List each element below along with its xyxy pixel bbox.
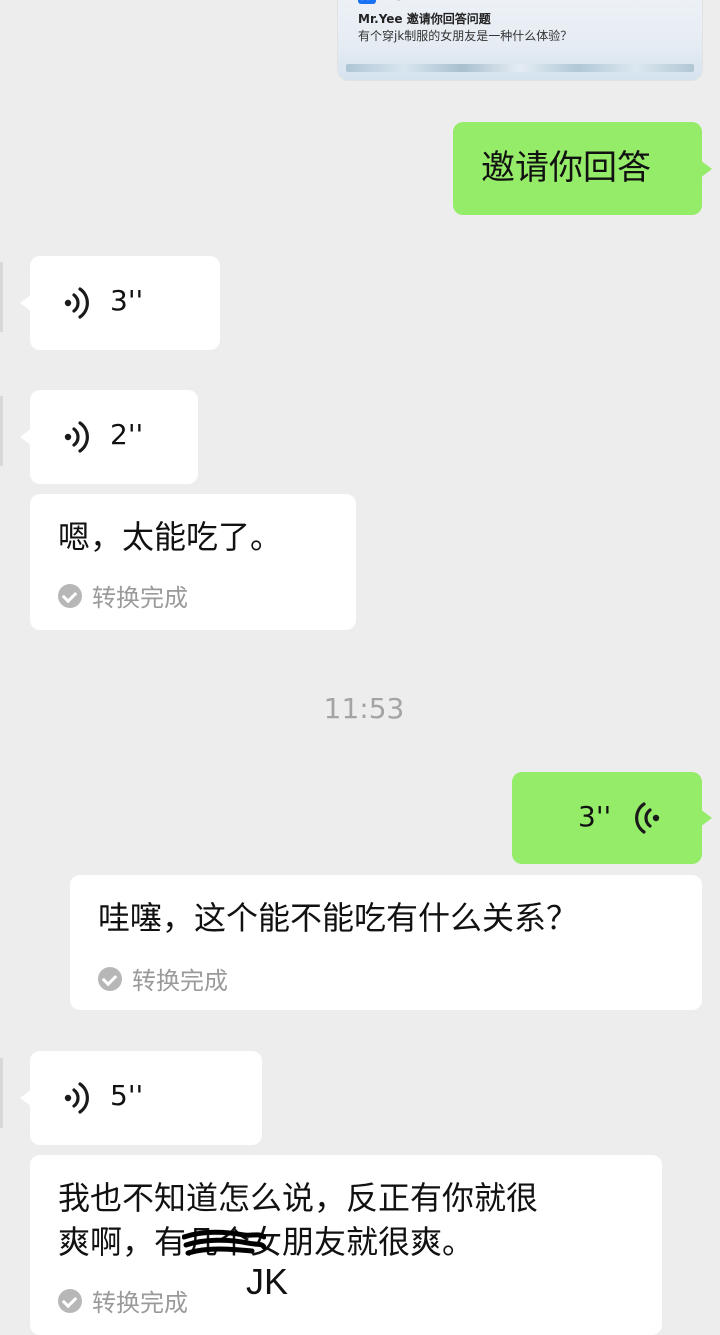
- transcript-text-line2: 爽啊，有几个 女朋友就很爽。: [58, 1219, 474, 1265]
- card-image-strip: [346, 64, 694, 72]
- voice-transcript-bubble[interactable]: 我也不知道怎么说，反正有你就很 爽啊，有几个 女朋友就很爽。 JK 转换完成: [30, 1155, 662, 1335]
- voice-duration: 3'': [110, 284, 144, 317]
- conversion-status-label: 转换完成: [132, 967, 228, 995]
- card-title: Mr.Yee 邀请你回答问题: [358, 12, 491, 26]
- conversion-status: 转换完成: [58, 1283, 188, 1318]
- conversion-status-label: 转换完成: [92, 1289, 188, 1317]
- avatar-edge: [0, 262, 3, 332]
- check-circle-icon: [98, 966, 122, 991]
- voice-duration: 5'': [110, 1079, 144, 1112]
- sent-voice-message[interactable]: 3'': [512, 772, 712, 864]
- voice-transcript-bubble[interactable]: 哇噻，这个能不能吃有什么关系？ 转换完成: [70, 875, 702, 1010]
- struck-word: 几个: [182, 1219, 267, 1265]
- card-source-name: 知乎: [382, 0, 406, 3]
- card-time: 2分: [676, 0, 696, 3]
- shared-link-card[interactable]: 知 知乎 2分 Mr.Yee 邀请你回答问题 有个穿jk制服的女朋友是一种什么体…: [338, 0, 702, 80]
- transcript-text: 嗯，太能吃了。: [58, 518, 283, 556]
- scribble-strikethrough: [182, 1229, 267, 1256]
- conversion-status: 转换完成: [98, 961, 228, 996]
- received-voice-message[interactable]: 5'': [20, 1051, 262, 1145]
- handwritten-annotation: JK: [246, 1261, 289, 1302]
- voice-duration: 3'': [578, 800, 612, 833]
- transcript-text: 哇噻，这个能不能吃有什么关系？: [98, 899, 579, 937]
- transcript-text-post: 女朋友就很爽。: [250, 1223, 475, 1261]
- sent-text-bubble[interactable]: 邀请你回答: [453, 122, 712, 215]
- avatar-edge: [0, 1058, 3, 1128]
- voice-wave-icon: [64, 421, 89, 453]
- received-voice-message[interactable]: 3'': [20, 256, 220, 350]
- received-voice-message[interactable]: 2'': [20, 390, 198, 484]
- voice-wave-icon: [64, 287, 89, 319]
- voice-wave-icon: [64, 1082, 89, 1114]
- conversion-status-label: 转换完成: [92, 584, 188, 612]
- avatar-edge: [0, 396, 3, 466]
- voice-duration: 2'': [110, 418, 144, 451]
- chat-timestamp: 11:53: [323, 692, 405, 725]
- voice-wave-icon-mirrored: [635, 802, 660, 834]
- transcript-text-line1: 我也不知道怎么说，反正有你就很: [58, 1179, 539, 1217]
- check-circle-icon: [58, 1288, 82, 1313]
- zhihu-logo-icon: 知: [358, 0, 376, 4]
- check-circle-icon: [58, 583, 82, 608]
- voice-transcript-bubble[interactable]: 嗯，太能吃了。 转换完成: [30, 494, 356, 630]
- conversion-status: 转换完成: [58, 578, 188, 613]
- invite-text: 邀请你回答: [481, 148, 651, 188]
- card-description: 有个穿jk制服的女朋友是一种什么体验？: [358, 29, 573, 43]
- transcript-text-pre: 爽啊，有: [58, 1223, 187, 1261]
